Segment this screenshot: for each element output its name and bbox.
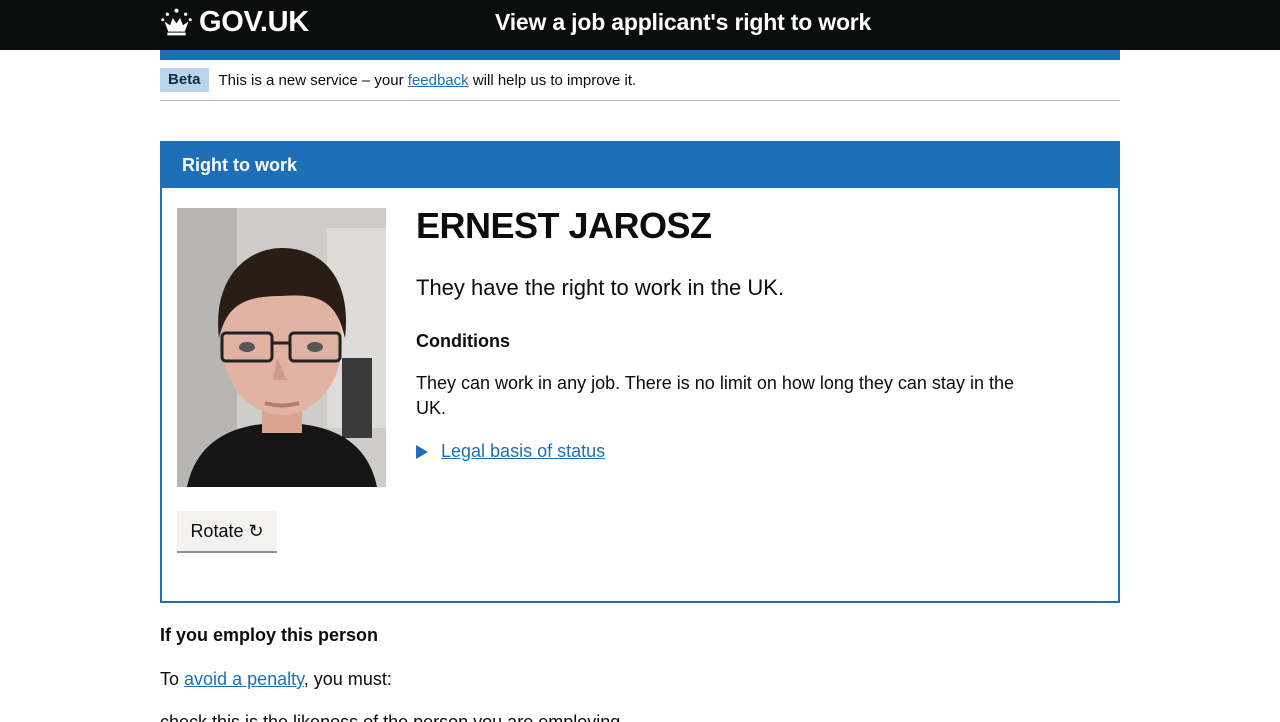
legal-basis-details[interactable]: Legal basis of status bbox=[416, 441, 1036, 462]
feedback-link[interactable]: feedback bbox=[408, 72, 469, 89]
crown-icon bbox=[161, 8, 192, 36]
applicant-photo bbox=[177, 208, 386, 487]
right-to-work-panel: Right to work Rotate ↻ ERNEST JAROSZ The… bbox=[160, 141, 1120, 603]
penalty-text-before: To bbox=[160, 669, 180, 689]
site-header: GOV.UK View a job applicant's right to w… bbox=[0, 0, 1280, 50]
penalty-paragraph: To avoid a penalty, you must: bbox=[160, 669, 392, 690]
phase-banner: Beta This is a new service – your feedba… bbox=[160, 60, 1120, 101]
panel-title: Right to work bbox=[162, 143, 1118, 188]
portrait-image bbox=[177, 208, 386, 487]
legal-basis-link[interactable]: Legal basis of status bbox=[441, 441, 605, 462]
phase-tag: Beta bbox=[160, 68, 209, 92]
rotate-button[interactable]: Rotate ↻ bbox=[177, 511, 277, 551]
status-info: ERNEST JAROSZ They have the right to wor… bbox=[416, 205, 1036, 462]
phase-banner-text: This is a new service – your feedback wi… bbox=[219, 72, 637, 89]
logo-text: GOV.UK bbox=[199, 6, 309, 38]
avoid-penalty-link[interactable]: avoid a penalty bbox=[184, 669, 304, 689]
status-text: They have the right to work in the UK. bbox=[416, 275, 785, 300]
applicant-name: ERNEST JAROSZ bbox=[416, 205, 712, 246]
conditions-text: They can work in any job. There is no li… bbox=[416, 373, 1014, 418]
phase-text-after: will help us to improve it. bbox=[472, 71, 637, 89]
penalty-text-after: , you must: bbox=[303, 669, 392, 689]
conditions-heading: Conditions bbox=[416, 331, 510, 351]
disclosure-triangle-icon[interactable] bbox=[416, 444, 428, 459]
cutoff-list-item: check this is the likeness of the person… bbox=[160, 712, 621, 722]
govuk-logo-link[interactable]: GOV.UK bbox=[160, 6, 309, 39]
phase-text-before: This is a new service – your bbox=[218, 71, 404, 89]
service-name-link[interactable]: View a job applicant's right to work bbox=[495, 9, 871, 36]
employ-heading: If you employ this person bbox=[160, 625, 379, 645]
header-blue-band bbox=[160, 50, 1120, 60]
